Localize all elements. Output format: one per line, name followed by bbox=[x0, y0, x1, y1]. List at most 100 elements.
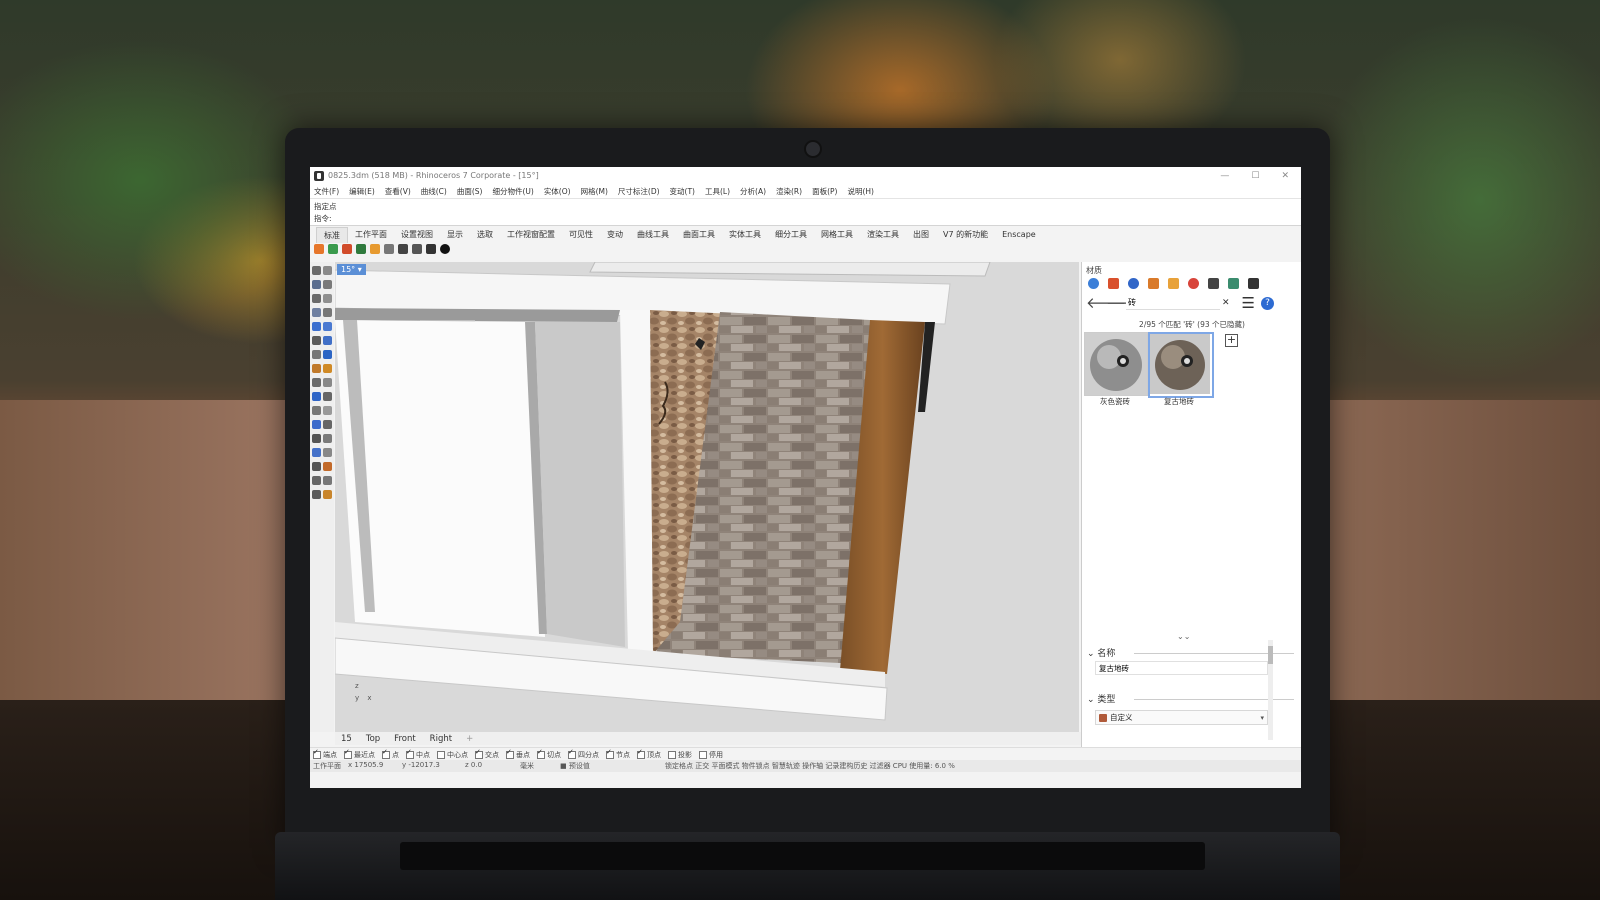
checkbox[interactable] bbox=[568, 748, 576, 759]
menu-help[interactable]: 说明(H) bbox=[847, 186, 874, 197]
arc-tool-icon[interactable] bbox=[323, 294, 332, 303]
name-section-header[interactable]: ⌄ 名称 bbox=[1087, 646, 1115, 659]
menu-panels[interactable]: 面板(P) bbox=[812, 186, 837, 197]
copy-tool-icon[interactable] bbox=[323, 378, 332, 387]
view-tab-perspective[interactable]: 15 bbox=[341, 734, 352, 744]
menu-analyze[interactable]: 分析(A) bbox=[740, 186, 766, 197]
material-thumbnail-gray-tile[interactable] bbox=[1084, 332, 1148, 396]
menu-dimension[interactable]: 尺寸标注(D) bbox=[618, 186, 660, 197]
pencil-icon[interactable] bbox=[1148, 278, 1159, 289]
enscape-start-icon[interactable] bbox=[314, 244, 324, 254]
material-type-select[interactable]: 自定义 ▾ bbox=[1095, 710, 1268, 725]
osnap-disable[interactable]: 停用 bbox=[699, 750, 723, 760]
view-tab-top[interactable]: Top bbox=[366, 734, 380, 744]
tab-solid-tools[interactable]: 实体工具 bbox=[722, 227, 768, 242]
osnap-knot[interactable]: 节点 bbox=[606, 748, 630, 760]
tab-mesh-tools[interactable]: 网格工具 bbox=[814, 227, 860, 242]
checkbox[interactable] bbox=[344, 748, 352, 759]
command-input[interactable] bbox=[332, 213, 1272, 223]
explode-tool-icon[interactable] bbox=[323, 448, 332, 457]
tab-cplanes[interactable]: 工作平面 bbox=[348, 227, 394, 242]
checkbox[interactable] bbox=[406, 748, 414, 759]
sun-icon[interactable] bbox=[1188, 278, 1199, 289]
materials-search-input[interactable] bbox=[1126, 296, 1220, 310]
folder-icon[interactable] bbox=[1168, 278, 1179, 289]
subd-tool-icon[interactable] bbox=[323, 350, 332, 359]
checkbox[interactable] bbox=[606, 748, 614, 759]
status-cplane[interactable]: 工作平面 bbox=[313, 761, 341, 771]
type-section-header[interactable]: ⌄ 类型 bbox=[1087, 692, 1115, 705]
curve-tool-icon[interactable] bbox=[323, 280, 332, 289]
checkbox[interactable] bbox=[699, 750, 707, 759]
tab-enscape[interactable]: Enscape bbox=[995, 228, 1043, 241]
menu-solid[interactable]: 实体(O) bbox=[544, 186, 571, 197]
asset-library-icon[interactable] bbox=[356, 244, 366, 254]
help-icon[interactable]: ? bbox=[1261, 296, 1274, 310]
tab-standard[interactable]: 标准 bbox=[316, 226, 348, 243]
osnap-vertex[interactable]: 顶点 bbox=[637, 748, 661, 760]
dimension-tool-icon[interactable] bbox=[323, 462, 332, 471]
checkbox[interactable] bbox=[668, 750, 676, 759]
material-thumbnail-retro-floor-tile[interactable] bbox=[1148, 332, 1214, 398]
hamburger-menu-icon[interactable]: ☰ bbox=[1242, 294, 1255, 312]
feedback-icon[interactable] bbox=[426, 244, 436, 254]
scale-tool-icon[interactable] bbox=[323, 392, 332, 401]
move-tool-icon[interactable] bbox=[312, 378, 321, 387]
osnap-intersection[interactable]: 交点 bbox=[475, 748, 499, 760]
menu-view[interactable]: 查看(V) bbox=[385, 186, 411, 197]
osnap-perpendicular[interactable]: 垂点 bbox=[506, 748, 530, 760]
tab-visibility[interactable]: 可见性 bbox=[562, 227, 600, 242]
boolean-tool-icon[interactable] bbox=[312, 420, 321, 429]
video-icon[interactable] bbox=[384, 244, 394, 254]
menu-transform[interactable]: 变动(T) bbox=[670, 186, 695, 197]
properties-icon[interactable] bbox=[1088, 278, 1099, 289]
display-icon[interactable] bbox=[1248, 278, 1259, 289]
osnap-mid[interactable]: 中点 bbox=[406, 748, 430, 760]
menu-surface[interactable]: 曲面(S) bbox=[457, 186, 483, 197]
forward-arrow-icon[interactable]: 🡒 bbox=[1106, 295, 1146, 311]
checkbox[interactable] bbox=[382, 748, 390, 759]
perspective-viewport[interactable]: 15° ▾ z y x bbox=[335, 262, 1079, 732]
join-tool-icon[interactable] bbox=[323, 434, 332, 443]
maximize-button[interactable]: ☐ bbox=[1251, 171, 1259, 181]
panel-scrollbar[interactable] bbox=[1268, 640, 1273, 740]
circle-tool-icon[interactable] bbox=[312, 294, 321, 303]
select-tool-icon[interactable] bbox=[312, 266, 321, 275]
environment-icon[interactable] bbox=[1228, 278, 1239, 289]
analyze-tool-icon[interactable] bbox=[312, 490, 321, 499]
menu-edit[interactable]: 编辑(E) bbox=[349, 186, 375, 197]
osnap-near[interactable]: 最近点 bbox=[344, 748, 375, 760]
sync-icon[interactable] bbox=[328, 244, 338, 254]
checkbox[interactable] bbox=[637, 748, 645, 759]
tab-transform[interactable]: 变动 bbox=[600, 227, 630, 242]
tab-display[interactable]: 显示 bbox=[440, 227, 470, 242]
info-icon[interactable] bbox=[440, 244, 450, 254]
materials-icon[interactable] bbox=[1128, 278, 1139, 289]
tab-render-tools[interactable]: 渲染工具 bbox=[860, 227, 906, 242]
menu-tools[interactable]: 工具(L) bbox=[705, 186, 730, 197]
osnap-tangent[interactable]: 切点 bbox=[537, 748, 561, 760]
rectangle-tool-icon[interactable] bbox=[312, 308, 321, 317]
split-tool-icon[interactable] bbox=[312, 434, 321, 443]
view-tab-front[interactable]: Front bbox=[394, 734, 416, 744]
status-layer[interactable]: ■ 预设值 bbox=[560, 761, 590, 771]
tab-select[interactable]: 选取 bbox=[470, 227, 500, 242]
light-tool-icon[interactable] bbox=[312, 364, 321, 373]
checkbox[interactable] bbox=[313, 748, 321, 759]
add-view-tab-button[interactable]: + bbox=[466, 734, 473, 744]
tab-curve-tools[interactable]: 曲线工具 bbox=[630, 227, 676, 242]
tab-viewport-layout[interactable]: 工作视窗配置 bbox=[500, 227, 562, 242]
box-tool-icon[interactable] bbox=[323, 336, 332, 345]
layers-icon[interactable] bbox=[1108, 278, 1119, 289]
cloud-icon[interactable] bbox=[398, 244, 408, 254]
mirror-tool-icon[interactable] bbox=[312, 406, 321, 415]
camera-icon[interactable] bbox=[1208, 278, 1219, 289]
osnap-quadrant[interactable]: 四分点 bbox=[568, 748, 599, 760]
menu-file[interactable]: 文件(F) bbox=[314, 186, 339, 197]
checkbox[interactable] bbox=[437, 750, 445, 759]
clear-search-icon[interactable]: ✕ bbox=[1222, 298, 1230, 308]
close-button[interactable]: ✕ bbox=[1281, 171, 1289, 181]
checkbox[interactable] bbox=[537, 748, 545, 759]
tab-surface-tools[interactable]: 曲面工具 bbox=[676, 227, 722, 242]
tab-subd-tools[interactable]: 细分工具 bbox=[768, 227, 814, 242]
